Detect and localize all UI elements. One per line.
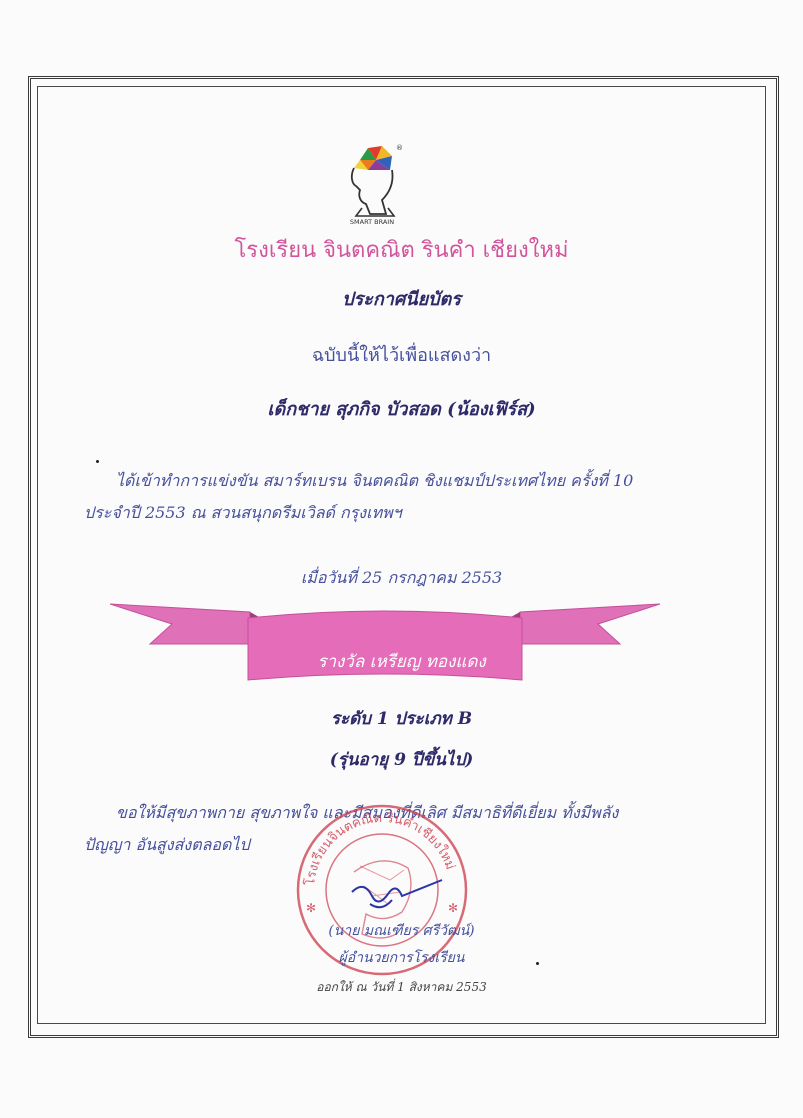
signer-name: (นาย มณเฑียร ศรีวัฒน์) (328, 923, 475, 939)
body-line-1: ได้เข้าทำการแข่งขัน สมาร์ทเบรน จินตคณิต … (116, 471, 634, 490)
award-title: รางวัล เหรียญ ทองแดง (317, 652, 486, 672)
signature (351, 879, 443, 909)
certificate-title: ประกาศนียบัตร (342, 289, 461, 310)
paper-speck (536, 962, 539, 965)
date-line: เมื่อวันที่ 25 กรกฎาคม 2553 (300, 568, 503, 587)
age-group: (รุ่นอายุ 9 ปีขึ้นไป) (329, 750, 474, 770)
recipient-name: เด็กชาย สุภกิจ บัวสอด (น้องเฟิร์ส) (267, 399, 536, 420)
certifies-line: ฉบับนี้ให้ไว้เพื่อแสดงว่า (311, 345, 492, 366)
svg-text:✻: ✻ (306, 901, 316, 915)
paper-speck (96, 460, 99, 463)
school-name: โรงเรียน จินตคณิต รินคำ เชียงใหม่ (234, 238, 569, 263)
svg-text:✻: ✻ (448, 901, 458, 915)
logo-caption: SMART BRAIN (350, 218, 394, 226)
issue-date: ออกให้ ณ วันที่ 1 สิงหาคม 2553 (316, 980, 487, 994)
wish-line-2: ปัญญา อันสูงส่งตลอดไป (84, 835, 250, 854)
signer-position: ผู้อำนวยการโรงเรียน (338, 950, 465, 966)
svg-text:®: ® (396, 144, 403, 152)
smart-brain-logo: ® SMART BRAIN (350, 144, 403, 226)
body-line-2: ประจำปี 2553 ณ สวนสนุกดรีมเวิลด์ กรุงเทพ… (84, 503, 402, 522)
level-category: ระดับ 1 ประเภท B (330, 709, 473, 729)
